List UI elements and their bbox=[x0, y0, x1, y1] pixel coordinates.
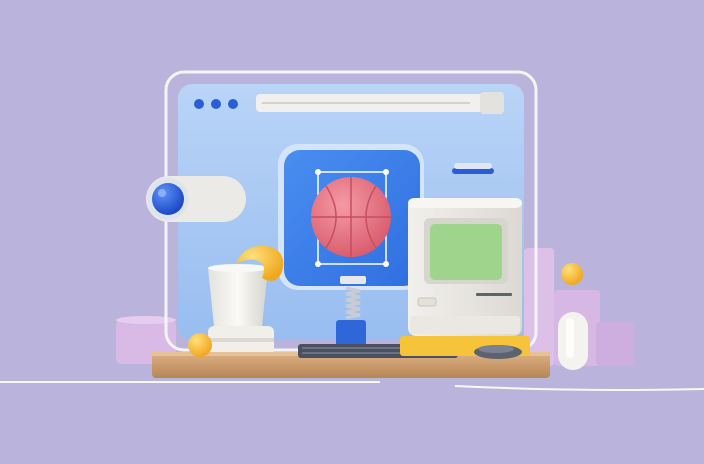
small-vent-icon bbox=[452, 163, 494, 174]
yellow-ball-left bbox=[188, 333, 212, 357]
basketball bbox=[311, 177, 391, 257]
mouse bbox=[474, 345, 522, 359]
yellow-ball-right bbox=[561, 263, 583, 285]
address-bar bbox=[256, 92, 504, 114]
illustration-scene bbox=[0, 0, 704, 464]
floor-lines bbox=[0, 381, 704, 391]
illustration-svg bbox=[0, 70, 704, 391]
white-capsule bbox=[558, 312, 588, 370]
toggle-switch bbox=[146, 176, 246, 222]
window-control-dots bbox=[194, 99, 238, 109]
retro-computer bbox=[408, 198, 522, 336]
